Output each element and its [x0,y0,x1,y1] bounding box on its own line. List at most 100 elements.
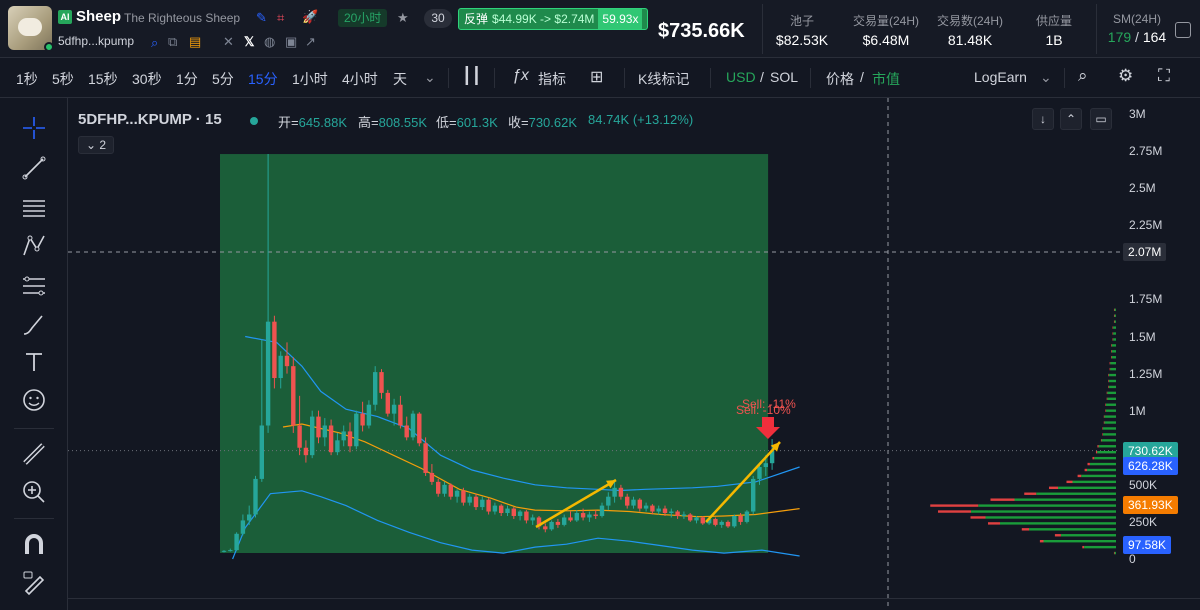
legend-collapse-button[interactable]: ⌄ 2 [78,136,114,154]
volume-profile-bar [1111,350,1116,353]
interval-30s[interactable]: 30秒 [132,69,162,89]
interval-chevron-down-icon[interactable]: ⌄ [424,69,436,86]
currency-usd[interactable]: USD [726,69,756,85]
interval-5s[interactable]: 5秒 [52,69,74,89]
volume-profile-sell-bar [1109,362,1111,365]
interval-1d[interactable]: 天 [393,69,407,89]
share-icon[interactable]: ↗ [305,34,316,50]
chart-canvas[interactable]: Sell: -11%Sell: -10% [68,98,1120,610]
ai-badge: AI [58,10,72,24]
magnet-icon[interactable] [20,530,48,558]
copy-icon[interactable]: ⧉ [168,34,177,50]
volume-profile-bar [1098,445,1116,448]
high-key: 高= [358,115,379,130]
volume-profile-bar [1113,326,1116,329]
fullscreen-icon[interactable]: ⛶ [1158,66,1170,86]
candle-body [643,505,649,509]
fib-icon[interactable] [20,272,48,300]
interval-4h[interactable]: 4小时 [342,69,378,89]
open-key: 开= [278,115,299,130]
brush-icon[interactable] [20,310,48,338]
volume-profile-bar [1114,551,1116,555]
emoji-icon[interactable] [20,386,48,414]
price-chart[interactable]: Sell: -11% Sell: -10% 5DFHP...KPUMP · 15 … [68,98,1120,610]
settings-gear-icon[interactable]: ⚙ [1118,66,1133,86]
close-icon[interactable]: ✕ [223,34,234,50]
candle-body [247,514,252,521]
volume-profile-sell-bar [1084,468,1087,472]
legend-high: 高=808.55K [358,112,427,131]
price-scale[interactable]: 3M 2.75M 2.5M 2.25M 1.75M 1.5M 1.25M 1M 500K 250K… [1120,98,1200,610]
interval-5m[interactable]: 5分 [212,69,234,89]
candle-body [486,499,491,512]
globe-icon[interactable]: ◍ [264,34,275,50]
lock-drawing-icon[interactable] [20,568,48,596]
horizontal-lines-icon[interactable] [20,194,48,222]
scroll-down-button[interactable]: ↓ [1032,108,1054,130]
pump-icon[interactable]: ⌗ [277,10,284,26]
volume-profile-sell-bar [1102,433,1103,436]
text-icon[interactable] [20,348,48,376]
volume-profile-sell-bar [1111,344,1112,347]
candle-body [398,404,403,426]
reset-view-button[interactable]: ▭ [1090,108,1112,130]
price-tag: 2.07M [1123,242,1167,261]
fx-icon[interactable]: ƒx [512,67,529,85]
candle-body [606,496,611,506]
candle-body [303,447,309,456]
kline-mark-button[interactable]: K线标记 [638,69,689,89]
interval-15s[interactable]: 15秒 [88,69,118,89]
candle-body [631,499,636,506]
candle-body [417,413,422,444]
time-scale[interactable] [68,598,1200,610]
market-cap-mode[interactable]: 市值 [872,69,900,89]
candle-body [436,481,441,494]
volume-profile-bar [1087,468,1116,472]
volume-profile-sell-bar [1112,338,1114,341]
interval-1m[interactable]: 1分 [176,69,198,89]
candle-body [410,413,416,438]
scale-mode-select[interactable]: LogEarn [974,69,1027,85]
candle-body [373,372,378,405]
indicators-button[interactable]: 指标 [538,69,566,89]
volume-profile-bar [1111,356,1116,359]
trend-line-icon[interactable] [20,154,48,182]
x-twitter-icon[interactable]: 𝕏 [244,34,254,50]
rocket-icon[interactable]: 🚀 [302,9,318,25]
candle-body [669,511,674,514]
ruler-icon[interactable] [20,440,48,468]
interval-1h[interactable]: 1小时 [292,69,328,89]
doc-icon[interactable]: ▤ [189,34,201,50]
layout-grid-icon[interactable]: ⊞ [590,67,603,87]
currency-sol[interactable]: SOL [770,69,798,85]
candle-type-icon[interactable]: ┃┃ [462,66,481,86]
volume-profile-bar [1094,456,1116,460]
crosshair-icon[interactable] [20,114,48,142]
scale-chevron-down-icon[interactable]: ⌄ [1040,69,1052,86]
token-avatar[interactable] [8,6,54,52]
zoom-search-icon[interactable]: ⌕ [1078,66,1088,86]
candle-body [284,355,290,367]
candle-body [221,550,227,552]
contract-address[interactable]: 5dfhp...kpump [58,34,134,48]
rebound-label: 反弹 [464,12,489,26]
scroll-up-button[interactable]: ⌃ [1060,108,1082,130]
price-tag: 626.28K [1123,457,1178,476]
volume-profile-bar [1107,391,1116,395]
volume-profile-bar [971,510,1116,513]
rebound-multiplier: 59.93x [598,9,643,29]
volume-profile-sell-bar [1106,391,1108,395]
search-icon[interactable]: ⌕ [151,35,158,51]
edit-icon[interactable]: ✎ [256,10,267,26]
favorite-star-icon[interactable]: ★ [397,10,409,26]
price-mode[interactable]: 价格 [826,69,854,89]
pattern-icon[interactable] [20,232,48,260]
candle-body [662,508,668,514]
rebound-range: $44.99K -> $2.74M [492,12,595,26]
stat-label: SM(24H) [1112,12,1161,26]
interval-15m[interactable]: 15分 [248,69,278,89]
copy-square-icon[interactable] [1175,22,1191,38]
interval-1s[interactable]: 1秒 [16,69,38,89]
telegram-icon[interactable]: ▣ [285,34,297,50]
zoom-in-icon[interactable] [20,478,48,506]
